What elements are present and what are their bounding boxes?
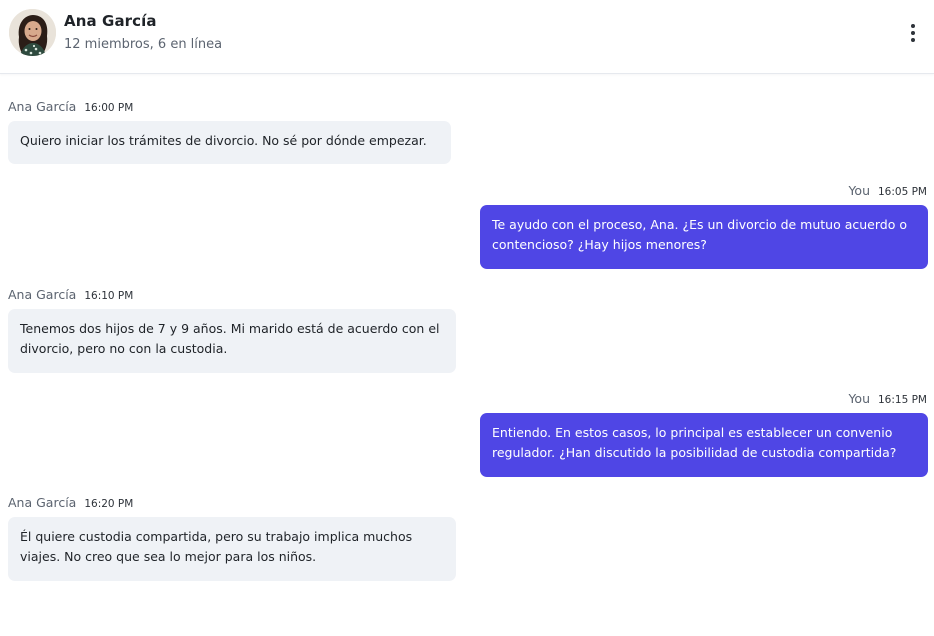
message-sender: You	[848, 183, 870, 198]
chat-header: Ana García 12 miembros, 6 en línea	[0, 0, 934, 74]
avatar[interactable]	[9, 9, 56, 56]
message-meta: Ana García 16:10 PM	[8, 287, 133, 302]
message-meta: You 16:05 PM	[848, 183, 927, 198]
message-bubble-outgoing[interactable]: Entiendo. En estos casos, lo principal e…	[480, 413, 928, 477]
message-time: 16:00 PM	[84, 102, 134, 114]
message-time: 16:10 PM	[84, 290, 134, 302]
message-sender: You	[848, 391, 870, 406]
user-avatar-icon	[9, 9, 56, 56]
more-vertical-icon	[911, 24, 915, 42]
message-sender: Ana García	[8, 495, 77, 510]
message-bubble-incoming[interactable]: Quiero iniciar los trámites de divorcio.…	[8, 121, 451, 164]
message-bubble-incoming[interactable]: Él quiere custodia compartida, pero su t…	[8, 517, 456, 581]
more-options-button[interactable]	[904, 22, 922, 44]
message-sender: Ana García	[8, 99, 77, 114]
message-list[interactable]: Ana García 16:00 PM Quiero iniciar los tr…	[0, 74, 934, 636]
message-sender: Ana García	[8, 287, 77, 302]
message-meta: Ana García 16:00 PM	[8, 99, 133, 114]
message-time: 16:05 PM	[878, 186, 927, 198]
chat-subtitle: 12 miembros, 6 en línea	[64, 37, 223, 52]
message-time: 16:15 PM	[878, 394, 927, 406]
message-bubble-outgoing[interactable]: Te ayudo con el proceso, Ana. ¿Es un div…	[480, 205, 928, 269]
chat-title: Ana García	[64, 12, 157, 30]
message-meta: Ana García 16:20 PM	[8, 495, 133, 510]
message-meta: You 16:15 PM	[848, 391, 927, 406]
message-bubble-incoming[interactable]: Tenemos dos hijos de 7 y 9 años. Mi mari…	[8, 309, 456, 373]
message-time: 16:20 PM	[84, 498, 134, 510]
